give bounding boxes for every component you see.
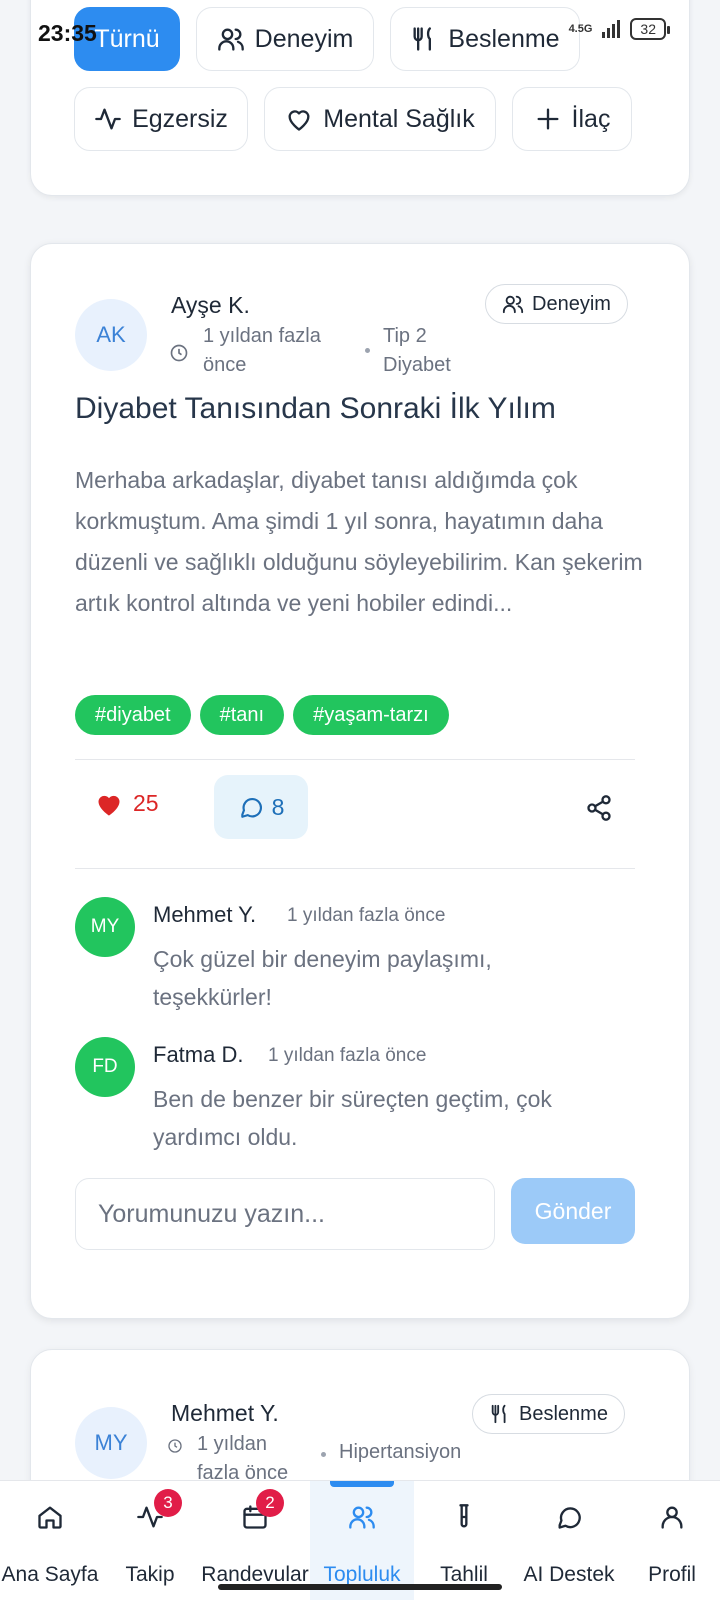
nav-item-label: Takip	[125, 1563, 175, 1586]
utensils-icon	[491, 1404, 506, 1424]
post-condition: Tip 2 Diyabet	[383, 325, 451, 376]
status-indicators: 4.5G 32	[568, 18, 670, 40]
share-icon[interactable]	[585, 794, 613, 822]
community-screen: 23:35 4.5G 32 Türnü Deneyim Beslenme Egz…	[0, 0, 720, 1600]
avatar[interactable]: AK	[75, 299, 147, 371]
category-badge-label: Beslenme	[519, 1402, 608, 1425]
test-tube-icon	[459, 1504, 469, 1528]
filter-chip-label: İlaç	[571, 104, 611, 133]
meta-separator	[365, 348, 370, 353]
battery-icon: 32	[630, 18, 670, 40]
activity-icon	[95, 108, 121, 130]
tag-chip[interactable]: #yaşam-tarzı	[293, 695, 449, 735]
notification-badge: 2	[256, 1489, 284, 1517]
post-time: 1 yıldan fazla önce	[203, 325, 321, 376]
nav-item-topluluk[interactable]: Topluluk	[310, 1481, 414, 1600]
nav-item-label: Ana Sayfa	[1, 1563, 99, 1586]
nav-item-randevular[interactable]: 2 Randevular	[200, 1481, 310, 1600]
meta-separator	[321, 1452, 326, 1457]
filter-chip-ilac[interactable]: İlaç	[512, 87, 632, 151]
send-comment-button[interactable]: Gönder	[511, 1178, 635, 1244]
category-badge[interactable]: Beslenme	[472, 1394, 625, 1434]
filter-chip-label: Mental Sağlık	[323, 104, 475, 133]
notification-badge: 3	[154, 1489, 182, 1517]
category-badge[interactable]: Deneyim	[485, 284, 628, 324]
nav-item-takip[interactable]: 3 Takip	[100, 1481, 200, 1600]
bottom-navigation: Ana Sayfa 3 Takip 2 Randevular Topluluk …	[0, 1480, 720, 1600]
post-body[interactable]: Merhaba arkadaşlar, diyabet tanısı aldığ…	[75, 460, 645, 624]
avatar[interactable]: FD	[75, 1037, 135, 1097]
post-card: AK Ayşe K. 1 yıldan fazla önce Tip 2 Diy…	[30, 243, 690, 1319]
chat-icon	[240, 797, 262, 818]
comment-count: 8	[271, 793, 285, 820]
divider	[75, 759, 635, 760]
comments-toggle-button[interactable]: 8	[214, 775, 308, 839]
filter-chip-egzersiz[interactable]: Egzersiz	[74, 87, 248, 151]
tag-chip[interactable]: #diyabet	[75, 695, 191, 735]
users-icon	[502, 295, 524, 314]
post-tags: #diyabet #tanı #yaşam-tarzı	[75, 695, 449, 735]
status-time: 23:35	[38, 20, 97, 46]
home-icon	[38, 1506, 62, 1529]
nav-item-profil[interactable]: Profil	[624, 1481, 720, 1600]
post-author[interactable]: Mehmet Y.	[171, 1400, 279, 1427]
comment-author[interactable]: Fatma D.	[153, 1042, 243, 1068]
comment-time: 1 yıldan fazla önce	[287, 905, 446, 926]
user-icon	[661, 1506, 683, 1529]
nav-item-label: AI Destek	[523, 1563, 615, 1586]
divider	[75, 868, 635, 869]
plus-icon	[537, 108, 559, 130]
post-title[interactable]: Diyabet Tanısından Sonraki İlk Yılım	[75, 392, 556, 426]
filter-chip-mental-saglik[interactable]: Mental Sağlık	[264, 87, 496, 151]
status-bar: 23:35 4.5G 32	[0, 0, 720, 62]
gesture-home-bar[interactable]	[218, 1584, 502, 1590]
users-icon	[349, 1506, 375, 1529]
post-author[interactable]: Ayşe K.	[171, 292, 250, 319]
heart-icon	[288, 110, 310, 131]
comment-text: Çok güzel bir deneyim paylaşımı, teşekkü…	[153, 946, 492, 1010]
nav-item-tahlil[interactable]: Tahlil	[414, 1481, 514, 1600]
nav-item-ana-sayfa[interactable]: Ana Sayfa	[0, 1481, 100, 1600]
avatar[interactable]: MY	[75, 897, 135, 957]
comment-time: 1 yıldan fazla önce	[268, 1045, 427, 1066]
category-badge-label: Deneyim	[532, 292, 611, 315]
clock-icon	[170, 344, 188, 362]
heart-filled-icon	[98, 795, 120, 816]
network-type: 4.5G	[568, 23, 593, 35]
comment-text: Ben de benzer bir süreçten geçtim, çok y…	[153, 1086, 552, 1150]
post-condition: Hipertansiyon	[339, 1441, 462, 1463]
like-count: 25	[133, 790, 159, 816]
nav-item-label: Profil	[648, 1563, 696, 1586]
chat-icon	[558, 1507, 581, 1529]
tag-chip[interactable]: #tanı	[199, 695, 285, 735]
comment-input[interactable]	[75, 1178, 495, 1250]
signal-icon	[602, 20, 621, 38]
like-button[interactable]: 25	[95, 790, 159, 817]
filter-chip-label: Egzersiz	[132, 104, 228, 133]
clock-icon	[168, 1439, 182, 1453]
nav-item-ai-destek[interactable]: AI Destek	[514, 1481, 624, 1600]
comment-author[interactable]: Mehmet Y.	[153, 902, 256, 928]
avatar[interactable]: MY	[75, 1407, 147, 1479]
